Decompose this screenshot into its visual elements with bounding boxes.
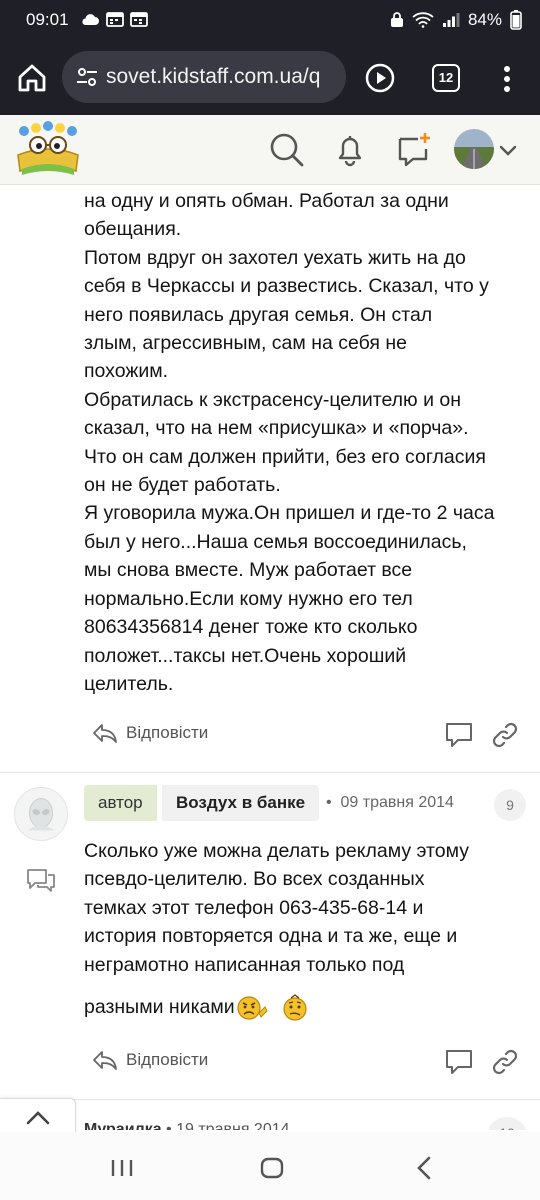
reply-button[interactable]: Відповісти [92,722,208,744]
date-separator: • [166,1121,172,1130]
post-body-last-line: разными никами [84,993,524,1023]
lock-badge-icon [390,12,403,27]
private-message-icon[interactable] [26,867,56,893]
post-divider [0,1099,540,1100]
author-name-link[interactable]: Воздух в банке [162,785,320,821]
next-post-header: Мураилка • 19 травня 2014 [84,1121,290,1130]
site-header [0,115,540,185]
link-icon[interactable] [490,1047,520,1077]
reply-label[interactable]: Відповісти [126,1050,208,1070]
wifi-icon [412,12,434,28]
cloud-icon [82,14,99,25]
post-body: Сколько уже можна делать рекламу этому п… [84,840,469,976]
post-actions: Відповісти [84,720,524,750]
home-icon[interactable] [14,60,50,96]
date-separator: • [326,794,332,811]
chevron-down-icon[interactable] [498,140,518,160]
link-icon[interactable] [490,720,520,750]
signal-icon [442,13,460,27]
address-bar[interactable]: sovet.kidstaff.com.ua/q [62,51,346,103]
reply-icon [93,724,117,743]
thread-content: на одну и опять обман. Работал за одни о… [0,185,540,1130]
author-avatar[interactable] [14,787,68,841]
chevron-up-icon [26,1111,50,1125]
tab-switcher-button[interactable]: 12 [432,64,460,92]
author-tag: автор [84,785,157,821]
browser-toolbar: sovet.kidstaff.com.ua/q 12 [0,40,540,115]
post-body: на одну и опять обман. Работал за одни о… [84,190,495,695]
angry-smiley-icon [237,996,268,1020]
user-avatar[interactable] [454,129,494,169]
post-divider [0,772,540,773]
confused-smiley-icon [282,994,307,1021]
quote-comment-icon[interactable] [444,720,474,750]
more-menu-icon[interactable] [497,64,517,94]
calendar-icon-2 [130,12,148,27]
quote-comment-icon[interactable] [444,1047,474,1077]
reply-icon [93,1051,117,1070]
post-actions: Відповісти [84,1047,524,1077]
calendar-icon [106,12,124,27]
post-number-badge[interactable]: 9 [494,789,526,821]
author-name-link[interactable]: Мураилка [84,1121,162,1130]
play-icon[interactable] [364,62,396,94]
back-icon[interactable] [410,1154,438,1182]
new-message-icon[interactable] [394,129,434,169]
address-url[interactable]: sovet.kidstaff.com.ua/q [106,65,320,89]
site-settings-icon[interactable] [76,67,98,87]
post-number-badge[interactable]: 10 [488,1117,526,1130]
search-icon[interactable] [266,129,306,169]
post-date-text[interactable]: 09 травня 2014 [341,794,454,811]
status-system-icons: 84% [390,10,522,30]
recent-apps-icon[interactable] [108,1154,136,1182]
post-date-text[interactable]: 19 травня 2014 [176,1121,289,1130]
battery-percent: 84% [467,10,502,29]
battery-icon [510,10,522,30]
system-navigation-bar [0,1132,540,1200]
status-bar: 09:01 84% [0,0,540,40]
post-body-text: разными никами [84,996,235,1019]
site-logo[interactable] [14,121,82,179]
post-date[interactable]: • 09 травня 2014 [326,785,454,821]
status-notification-icons [80,11,148,27]
status-time: 09:01 [26,10,69,29]
reply-button[interactable]: Відповісти [92,1049,208,1071]
bell-icon[interactable] [330,129,370,169]
home-nav-icon[interactable] [258,1154,286,1182]
reply-label[interactable]: Відповісти [126,723,208,743]
